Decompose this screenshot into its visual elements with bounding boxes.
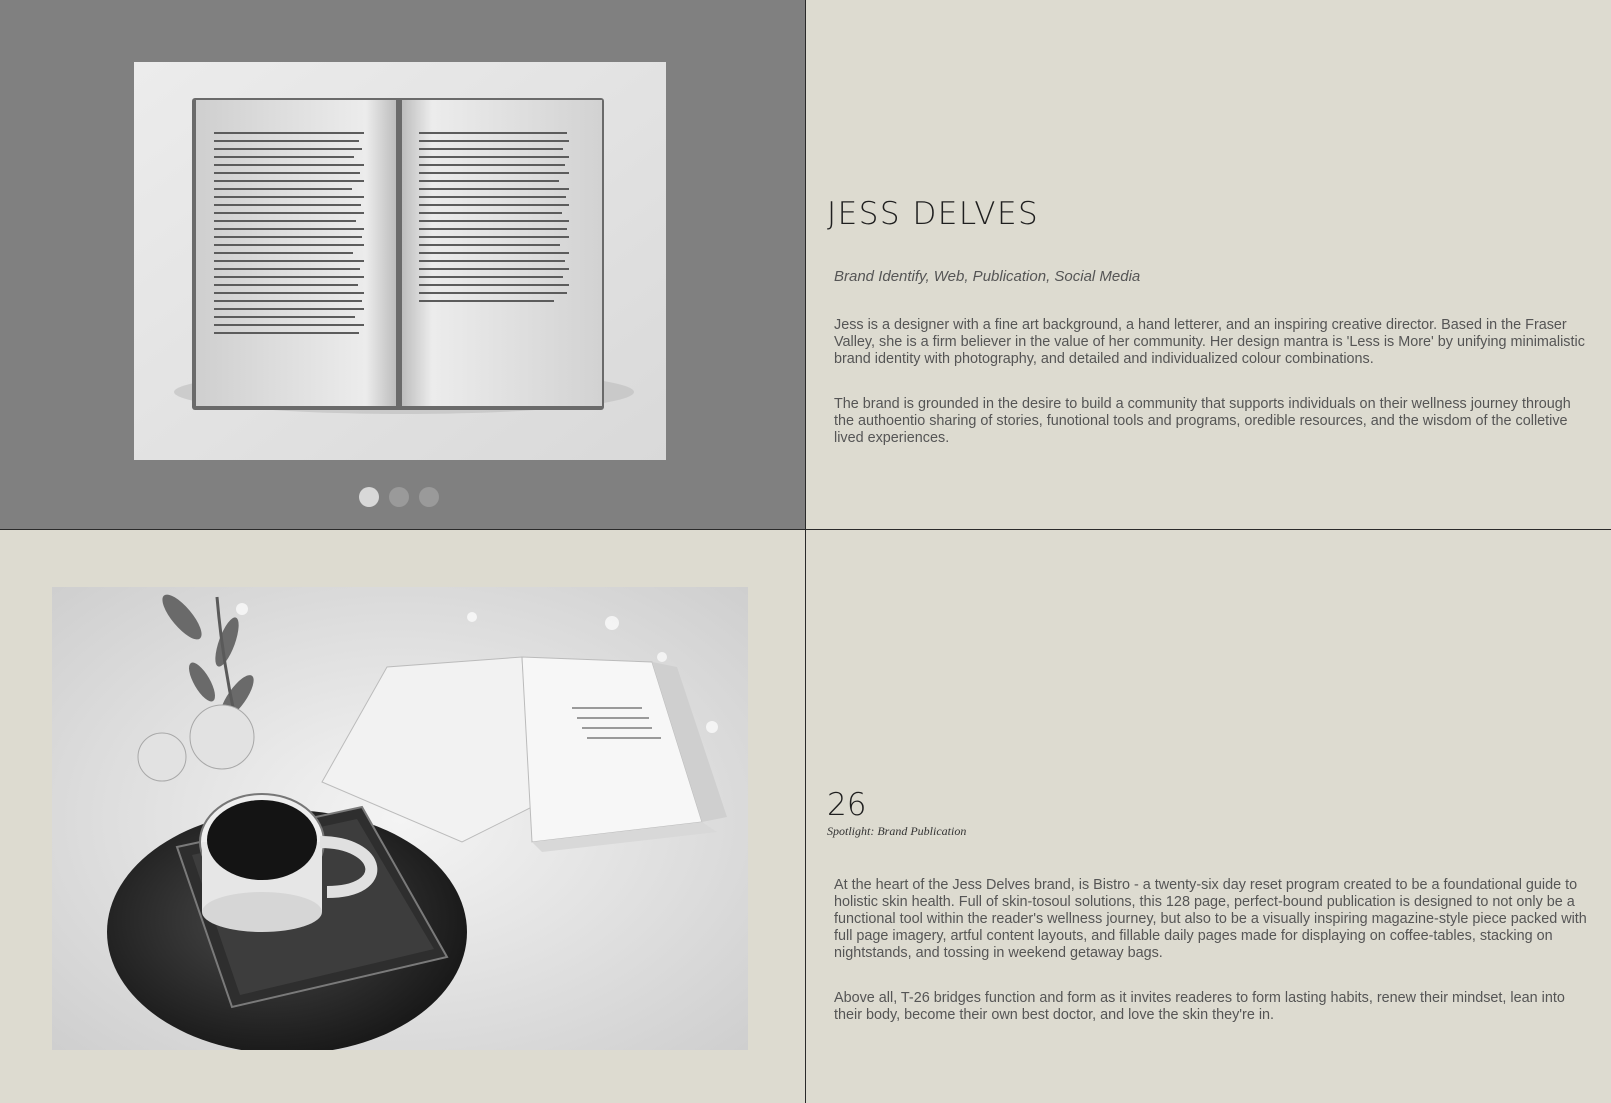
gallery-dot-1[interactable] — [359, 487, 379, 507]
gallery-dot-3[interactable] — [419, 487, 439, 507]
coffee-and-book-photo — [52, 587, 748, 1050]
gallery-slide-open-book[interactable] — [134, 62, 666, 460]
intro-section: JESS DELVES Brand Identify, Web, Publica… — [827, 196, 1587, 447]
intro-paragraph-2: The brand is grounded in the desire to b… — [834, 396, 1571, 446]
horizontal-divider — [0, 529, 1611, 530]
spotlight-label: Spotlight: Brand Publication — [827, 824, 967, 838]
brand-title: JESS DELVES — [827, 196, 1040, 232]
spotlight-number: 26 — [827, 787, 867, 823]
vertical-divider — [805, 0, 806, 1103]
gallery-dot-2[interactable] — [389, 487, 409, 507]
services-list: Brand Identify, Web, Publication, Social… — [834, 268, 1141, 285]
intro-paragraph-1: Jess is a designer with a fine art backg… — [834, 317, 1585, 367]
open-book-photo — [134, 62, 666, 460]
spotlight-paragraph-2: Above all, T-26 bridges function and for… — [834, 990, 1565, 1023]
gallery-pagination — [359, 487, 439, 507]
spotlight-paragraph-1: At the heart of the Jess Delves brand, i… — [834, 877, 1587, 961]
spotlight-section: 26 Spotlight: Brand Publication At the h… — [827, 788, 1587, 1024]
coffee-book-illustration — [52, 587, 748, 1050]
gallery-panel — [0, 0, 805, 529]
